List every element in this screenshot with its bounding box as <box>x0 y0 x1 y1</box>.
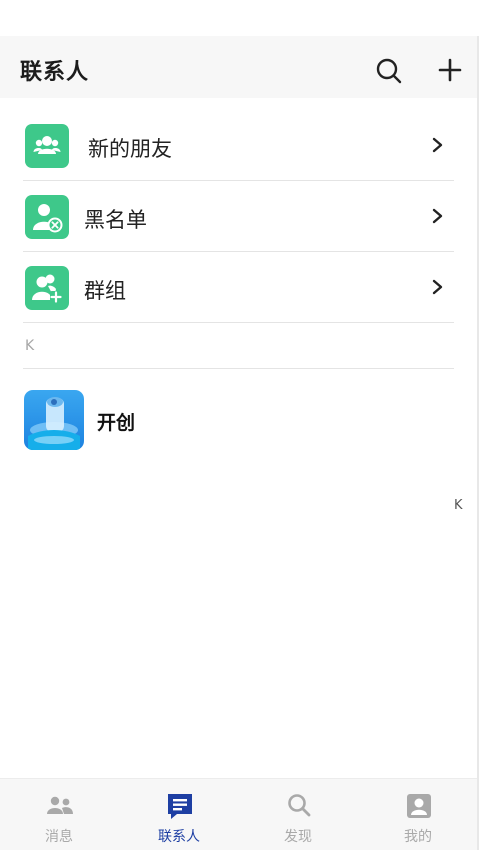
tab-contacts[interactable]: 联系人 <box>129 779 229 850</box>
add-button[interactable] <box>432 52 468 88</box>
search-icon <box>376 58 402 84</box>
search-icon <box>288 794 311 817</box>
section-header-letter: K <box>25 338 35 354</box>
contacts-card-icon <box>168 794 192 819</box>
blacklist-row[interactable]: 黑名单 <box>0 181 477 252</box>
profile-icon <box>407 794 431 818</box>
page-title: 联系人 <box>20 60 90 85</box>
tab-label: 联系人 <box>158 829 200 845</box>
people-icon <box>47 796 73 814</box>
tab-label: 消息 <box>45 829 73 845</box>
chevron-right-icon <box>432 137 443 153</box>
tab-discover[interactable]: 发现 <box>248 779 348 850</box>
tab-profile[interactable]: 我的 <box>368 779 468 850</box>
section-divider <box>23 368 454 369</box>
header-bar: 联系人 <box>0 36 477 98</box>
blacklist-icon <box>25 195 69 239</box>
chevron-right-icon <box>432 208 443 224</box>
bottom-tab-bar: 消息 联系人 发现 我的 <box>0 778 477 850</box>
tab-label: 我的 <box>404 829 432 845</box>
chevron-right-icon <box>432 279 443 295</box>
group-add-icon <box>25 266 69 310</box>
function-list: 新的朋友 黑名单 群组 <box>0 110 477 323</box>
row-divider <box>23 322 454 323</box>
tab-messages[interactable]: 消息 <box>9 779 109 850</box>
new-friends-icon <box>25 124 69 168</box>
contact-name: 开创 <box>97 412 136 434</box>
plus-icon <box>438 58 462 82</box>
avatar <box>24 390 84 450</box>
search-button[interactable] <box>372 54 408 90</box>
blacklist-label: 黑名单 <box>84 208 147 232</box>
contacts-screen: 联系人 新的朋友 黑名单 群组 K 开创 K 消息 联系人 发现 我的 <box>0 0 479 850</box>
index-bar-letter[interactable]: K <box>454 498 463 513</box>
new-friends-label: 新的朋友 <box>88 137 172 161</box>
new-friends-row[interactable]: 新的朋友 <box>0 110 477 181</box>
contact-row[interactable]: 开创 <box>0 388 477 452</box>
group-row[interactable]: 群组 <box>0 252 477 323</box>
tab-label: 发现 <box>284 829 312 845</box>
group-label: 群组 <box>84 279 126 303</box>
